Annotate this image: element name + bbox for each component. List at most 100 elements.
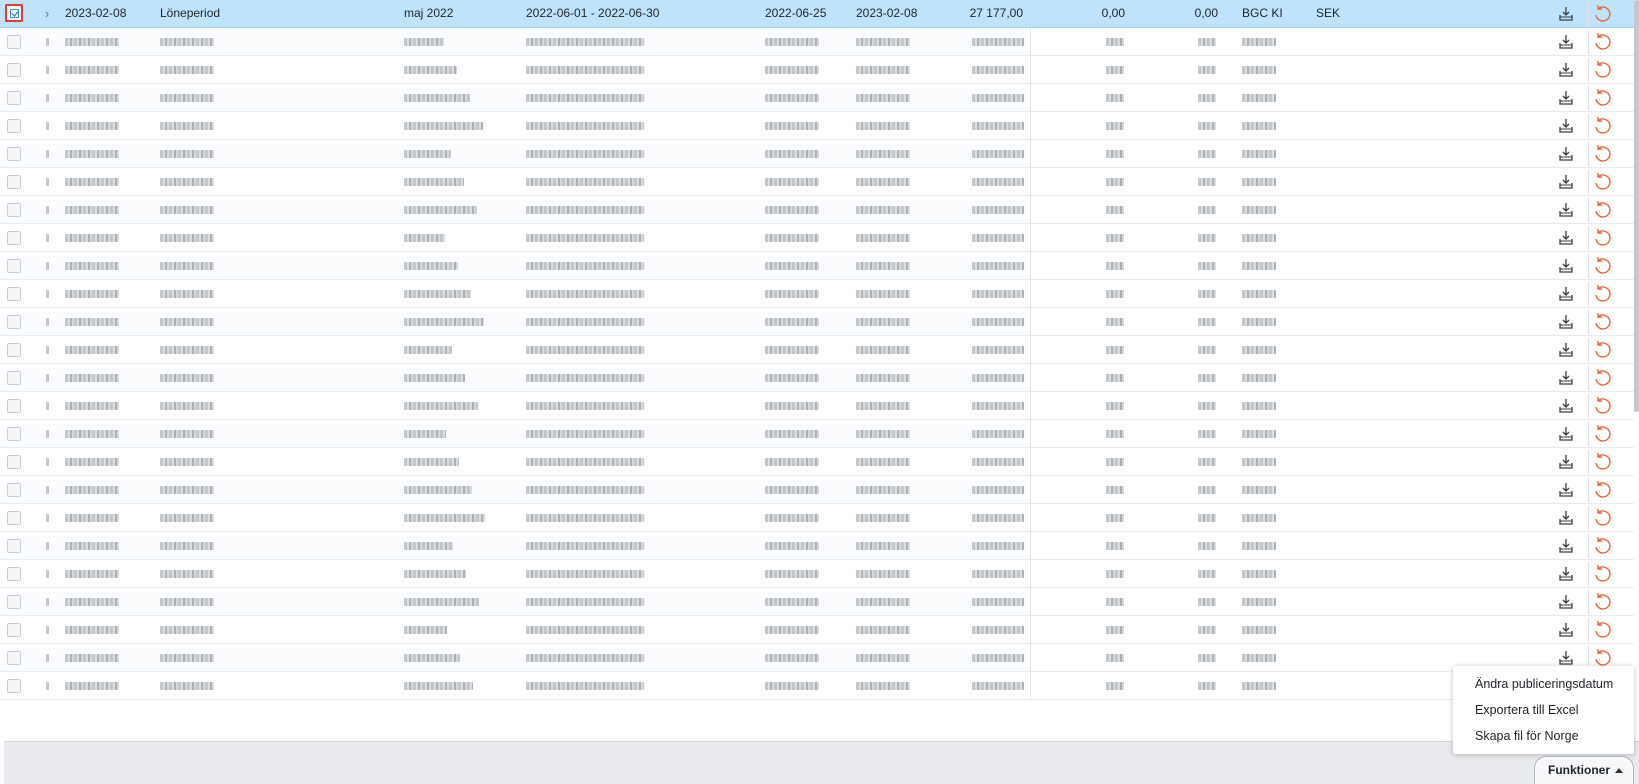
table-row[interactable] [0, 252, 1634, 280]
table-row[interactable] [0, 504, 1634, 532]
row-checkbox[interactable] [7, 511, 21, 525]
undo-icon[interactable] [1592, 368, 1612, 388]
undo-icon[interactable] [1592, 480, 1612, 500]
download-icon[interactable] [1557, 397, 1575, 415]
table-row[interactable] [0, 420, 1634, 448]
undo-icon[interactable] [1592, 172, 1612, 192]
row-checkbox[interactable] [7, 483, 21, 497]
undo-icon[interactable] [1592, 508, 1612, 528]
download-icon[interactable] [1557, 537, 1575, 555]
table-row[interactable] [0, 224, 1634, 252]
table-row[interactable] [0, 56, 1634, 84]
undo-icon[interactable] [1592, 564, 1612, 584]
table-row[interactable] [0, 196, 1634, 224]
row-checkbox[interactable] [7, 147, 21, 161]
table-row[interactable] [0, 448, 1634, 476]
download-icon[interactable] [1557, 145, 1575, 163]
undo-icon[interactable] [1592, 144, 1612, 164]
undo-icon[interactable] [1592, 32, 1612, 52]
undo-icon[interactable] [1592, 284, 1612, 304]
menu-item-export-excel[interactable]: Exportera till Excel [1453, 697, 1634, 723]
row-checkbox[interactable] [7, 595, 21, 609]
table-row[interactable] [0, 112, 1634, 140]
undo-icon[interactable] [1592, 396, 1612, 416]
download-icon[interactable] [1557, 649, 1575, 667]
undo-icon[interactable] [1592, 452, 1612, 472]
undo-icon[interactable] [1592, 116, 1612, 136]
menu-item-create-file-norway[interactable]: Skapa fil för Norge [1453, 723, 1634, 749]
table-row[interactable] [0, 168, 1634, 196]
table-row-selected[interactable]: › 2023-02-08 Löneperiod maj 2022 2022-06… [0, 0, 1634, 28]
undo-icon[interactable] [1592, 536, 1612, 556]
table-row[interactable] [0, 476, 1634, 504]
row-checkbox[interactable] [7, 231, 21, 245]
table-row[interactable] [0, 28, 1634, 56]
row-checkbox[interactable] [7, 343, 21, 357]
undo-icon[interactable] [1592, 620, 1612, 640]
row-checkbox[interactable] [7, 455, 21, 469]
row-checkbox[interactable] [7, 539, 21, 553]
download-icon[interactable] [1557, 257, 1575, 275]
undo-icon[interactable] [1592, 88, 1612, 108]
row-checkbox[interactable] [7, 35, 21, 49]
table-row[interactable] [0, 392, 1634, 420]
download-icon[interactable] [1557, 285, 1575, 303]
download-icon[interactable] [1557, 117, 1575, 135]
table-row[interactable] [0, 280, 1634, 308]
row-checkbox[interactable] [7, 287, 21, 301]
download-icon[interactable] [1557, 425, 1575, 443]
table-row[interactable] [0, 336, 1634, 364]
download-icon[interactable] [1557, 369, 1575, 387]
row-checkbox[interactable] [7, 315, 21, 329]
menu-item-change-publish-date[interactable]: Ändra publiceringsdatum [1453, 671, 1634, 697]
undo-icon[interactable] [1592, 312, 1612, 332]
table-row[interactable] [0, 84, 1634, 112]
download-icon[interactable] [1557, 33, 1575, 51]
row-checkbox[interactable] [7, 91, 21, 105]
table-row[interactable] [0, 364, 1634, 392]
undo-icon[interactable] [1592, 60, 1612, 80]
row-checkbox[interactable] [7, 679, 21, 693]
download-icon[interactable] [1557, 621, 1575, 639]
row-checkbox[interactable] [7, 119, 21, 133]
undo-icon[interactable] [1592, 200, 1612, 220]
download-icon[interactable] [1557, 453, 1575, 471]
download-icon[interactable] [1557, 593, 1575, 611]
download-icon[interactable] [1557, 89, 1575, 107]
table-row[interactable] [0, 672, 1634, 700]
download-icon[interactable] [1557, 509, 1575, 527]
undo-icon[interactable] [1592, 256, 1612, 276]
row-checkbox[interactable] [7, 63, 21, 77]
row-checkbox-checked[interactable] [5, 4, 23, 22]
table-row[interactable] [0, 560, 1634, 588]
download-icon[interactable] [1557, 565, 1575, 583]
undo-icon[interactable] [1592, 592, 1612, 612]
undo-icon[interactable] [1592, 648, 1612, 668]
table-row[interactable] [0, 308, 1634, 336]
row-checkbox[interactable] [7, 203, 21, 217]
table-row[interactable] [0, 140, 1634, 168]
functions-button[interactable]: Funktioner [1534, 756, 1634, 784]
download-icon[interactable] [1557, 481, 1575, 499]
undo-icon[interactable] [1592, 340, 1612, 360]
table-row[interactable] [0, 532, 1634, 560]
row-checkbox[interactable] [7, 259, 21, 273]
row-checkbox[interactable] [7, 427, 21, 441]
download-icon[interactable] [1557, 229, 1575, 247]
download-icon[interactable] [1557, 5, 1575, 23]
undo-icon[interactable] [1592, 4, 1612, 24]
download-icon[interactable] [1557, 201, 1575, 219]
chevron-right-icon[interactable]: › [40, 0, 54, 27]
row-checkbox[interactable] [7, 567, 21, 581]
row-checkbox[interactable] [7, 371, 21, 385]
table-row[interactable] [0, 588, 1634, 616]
download-icon[interactable] [1557, 313, 1575, 331]
vertical-scrollbar[interactable] [1634, 0, 1639, 412]
row-checkbox[interactable] [7, 623, 21, 637]
download-icon[interactable] [1557, 61, 1575, 79]
table-row[interactable] [0, 616, 1634, 644]
download-icon[interactable] [1557, 173, 1575, 191]
table-row[interactable] [0, 644, 1634, 672]
undo-icon[interactable] [1592, 424, 1612, 444]
row-checkbox[interactable] [7, 175, 21, 189]
